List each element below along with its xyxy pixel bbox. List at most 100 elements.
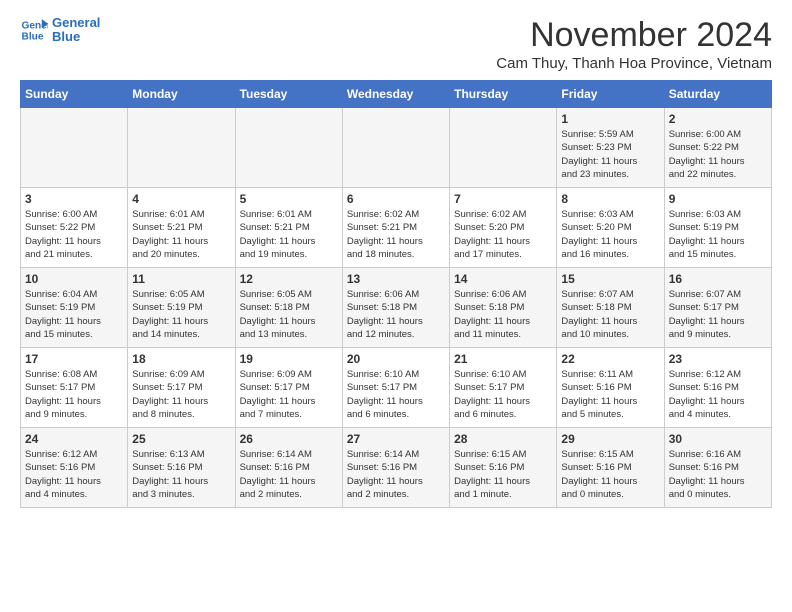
logo: General Blue General Blue	[20, 16, 100, 45]
day-info: Sunrise: 6:07 AM Sunset: 5:18 PM Dayligh…	[561, 288, 659, 341]
day-info: Sunrise: 6:11 AM Sunset: 5:16 PM Dayligh…	[561, 368, 659, 421]
day-number: 14	[454, 272, 552, 286]
day-number: 7	[454, 192, 552, 206]
day-info: Sunrise: 6:05 AM Sunset: 5:18 PM Dayligh…	[240, 288, 338, 341]
day-info: Sunrise: 6:15 AM Sunset: 5:16 PM Dayligh…	[454, 448, 552, 501]
day-info: Sunrise: 6:14 AM Sunset: 5:16 PM Dayligh…	[347, 448, 445, 501]
day-number: 17	[25, 352, 123, 366]
day-info: Sunrise: 6:02 AM Sunset: 5:20 PM Dayligh…	[454, 208, 552, 261]
calendar-cell-2-4: 6Sunrise: 6:02 AM Sunset: 5:21 PM Daylig…	[342, 188, 449, 268]
day-info: Sunrise: 6:10 AM Sunset: 5:17 PM Dayligh…	[347, 368, 445, 421]
day-number: 10	[25, 272, 123, 286]
calendar-cell-4-4: 20 Sunrise: 6:10 AM Sunset: 5:17 PM Dayli…	[342, 348, 449, 428]
calendar-cell-2-6: 8Sunrise: 6:03 AM Sunset: 5:20 PM Daylig…	[557, 188, 664, 268]
calendar-cell-5-5: 28Sunrise: 6:15 AM Sunset: 5:16 PM Dayli…	[450, 428, 557, 508]
day-number: 3	[25, 192, 123, 206]
week-row-4: 17 Sunrise: 6:08 AM Sunset: 5:17 PM Dayli…	[21, 348, 772, 428]
weekday-header-sunday: Sunday	[21, 81, 128, 108]
day-info: Sunrise: 6:13 AM Sunset: 5:16 PM Dayligh…	[132, 448, 230, 501]
calendar-cell-3-5: 14 Sunrise: 6:06 AM Sunset: 5:18 PM Dayli…	[450, 268, 557, 348]
calendar-cell-3-6: 15 Sunrise: 6:07 AM Sunset: 5:18 PM Dayli…	[557, 268, 664, 348]
calendar-table: SundayMondayTuesdayWednesdayThursdayFrid…	[20, 80, 772, 508]
day-number: 23	[669, 352, 767, 366]
weekday-header-tuesday: Tuesday	[235, 81, 342, 108]
calendar-cell-5-3: 26 Sunrise: 6:14 AM Sunset: 5:16 PM Dayli…	[235, 428, 342, 508]
calendar-cell-2-5: 7 Sunrise: 6:02 AM Sunset: 5:20 PM Daylig…	[450, 188, 557, 268]
day-info: Sunrise: 6:00 AM Sunset: 5:22 PM Dayligh…	[25, 208, 123, 261]
day-number: 2	[669, 112, 767, 126]
calendar-cell-2-7: 9 Sunrise: 6:03 AM Sunset: 5:19 PM Daylig…	[664, 188, 771, 268]
calendar-cell-1-1	[21, 108, 128, 188]
day-number: 16	[669, 272, 767, 286]
calendar-cell-1-7: 2Sunrise: 6:00 AM Sunset: 5:22 PM Daylig…	[664, 108, 771, 188]
header: General Blue General Blue November 2024 …	[20, 16, 772, 72]
day-info: Sunrise: 6:01 AM Sunset: 5:21 PM Dayligh…	[240, 208, 338, 261]
day-info: Sunrise: 6:05 AM Sunset: 5:19 PM Dayligh…	[132, 288, 230, 341]
day-number: 15	[561, 272, 659, 286]
day-info: Sunrise: 6:09 AM Sunset: 5:17 PM Dayligh…	[132, 368, 230, 421]
day-info: Sunrise: 6:15 AM Sunset: 5:16 PM Dayligh…	[561, 448, 659, 501]
calendar-cell-1-5	[450, 108, 557, 188]
day-number: 11	[132, 272, 230, 286]
calendar-cell-1-6: 1 Sunrise: 5:59 AM Sunset: 5:23 PM Daylig…	[557, 108, 664, 188]
title-section: November 2024 Cam Thuy, Thanh Hoa Provin…	[496, 16, 772, 72]
day-number: 9	[669, 192, 767, 206]
day-info: Sunrise: 6:04 AM Sunset: 5:19 PM Dayligh…	[25, 288, 123, 341]
calendar-cell-3-7: 16Sunrise: 6:07 AM Sunset: 5:17 PM Dayli…	[664, 268, 771, 348]
calendar-cell-5-1: 24Sunrise: 6:12 AM Sunset: 5:16 PM Dayli…	[21, 428, 128, 508]
weekday-header-saturday: Saturday	[664, 81, 771, 108]
day-number: 19	[240, 352, 338, 366]
calendar-cell-2-3: 5 Sunrise: 6:01 AM Sunset: 5:21 PM Daylig…	[235, 188, 342, 268]
day-info: Sunrise: 6:03 AM Sunset: 5:19 PM Dayligh…	[669, 208, 767, 261]
day-info: Sunrise: 6:14 AM Sunset: 5:16 PM Dayligh…	[240, 448, 338, 501]
day-number: 4	[132, 192, 230, 206]
calendar-cell-3-1: 10 Sunrise: 6:04 AM Sunset: 5:19 PM Dayli…	[21, 268, 128, 348]
week-row-1: 1 Sunrise: 5:59 AM Sunset: 5:23 PM Daylig…	[21, 108, 772, 188]
day-number: 20	[347, 352, 445, 366]
location-title: Cam Thuy, Thanh Hoa Province, Vietnam	[496, 55, 772, 72]
day-info: Sunrise: 6:10 AM Sunset: 5:17 PM Dayligh…	[454, 368, 552, 421]
weekday-header-friday: Friday	[557, 81, 664, 108]
day-number: 1	[561, 112, 659, 126]
logo-text-blue: Blue	[52, 30, 100, 44]
day-info: Sunrise: 5:59 AM Sunset: 5:23 PM Dayligh…	[561, 128, 659, 181]
day-number: 5	[240, 192, 338, 206]
calendar-cell-4-2: 18 Sunrise: 6:09 AM Sunset: 5:17 PM Dayli…	[128, 348, 235, 428]
day-number: 26	[240, 432, 338, 446]
weekday-header-thursday: Thursday	[450, 81, 557, 108]
calendar-cell-5-7: 30 Sunrise: 6:16 AM Sunset: 5:16 PM Dayli…	[664, 428, 771, 508]
week-row-2: 3 Sunrise: 6:00 AM Sunset: 5:22 PM Daylig…	[21, 188, 772, 268]
day-info: Sunrise: 6:06 AM Sunset: 5:18 PM Dayligh…	[454, 288, 552, 341]
calendar-cell-2-2: 4Sunrise: 6:01 AM Sunset: 5:21 PM Daylig…	[128, 188, 235, 268]
calendar-cell-4-7: 23 Sunrise: 6:12 AM Sunset: 5:16 PM Dayli…	[664, 348, 771, 428]
day-number: 22	[561, 352, 659, 366]
day-number: 24	[25, 432, 123, 446]
weekday-header-row: SundayMondayTuesdayWednesdayThursdayFrid…	[21, 81, 772, 108]
calendar-cell-1-4	[342, 108, 449, 188]
day-number: 18	[132, 352, 230, 366]
day-info: Sunrise: 6:16 AM Sunset: 5:16 PM Dayligh…	[669, 448, 767, 501]
calendar-cell-3-4: 13 Sunrise: 6:06 AM Sunset: 5:18 PM Dayli…	[342, 268, 449, 348]
day-number: 12	[240, 272, 338, 286]
month-title: November 2024	[496, 16, 772, 55]
week-row-3: 10 Sunrise: 6:04 AM Sunset: 5:19 PM Dayli…	[21, 268, 772, 348]
calendar-cell-1-3	[235, 108, 342, 188]
day-number: 21	[454, 352, 552, 366]
calendar-cell-4-3: 19Sunrise: 6:09 AM Sunset: 5:17 PM Dayli…	[235, 348, 342, 428]
calendar-cell-4-1: 17 Sunrise: 6:08 AM Sunset: 5:17 PM Dayli…	[21, 348, 128, 428]
svg-text:Blue: Blue	[22, 32, 44, 43]
day-number: 25	[132, 432, 230, 446]
calendar-cell-2-1: 3 Sunrise: 6:00 AM Sunset: 5:22 PM Daylig…	[21, 188, 128, 268]
calendar-cell-5-6: 29Sunrise: 6:15 AM Sunset: 5:16 PM Dayli…	[557, 428, 664, 508]
day-number: 30	[669, 432, 767, 446]
day-info: Sunrise: 6:12 AM Sunset: 5:16 PM Dayligh…	[669, 368, 767, 421]
day-number: 13	[347, 272, 445, 286]
logo-text-general: General	[52, 16, 100, 30]
day-info: Sunrise: 6:02 AM Sunset: 5:21 PM Dayligh…	[347, 208, 445, 261]
day-info: Sunrise: 6:08 AM Sunset: 5:17 PM Dayligh…	[25, 368, 123, 421]
calendar-cell-5-4: 27Sunrise: 6:14 AM Sunset: 5:16 PM Dayli…	[342, 428, 449, 508]
calendar-cell-1-2	[128, 108, 235, 188]
day-info: Sunrise: 6:06 AM Sunset: 5:18 PM Dayligh…	[347, 288, 445, 341]
logo-icon: General Blue	[20, 16, 48, 44]
weekday-header-monday: Monday	[128, 81, 235, 108]
